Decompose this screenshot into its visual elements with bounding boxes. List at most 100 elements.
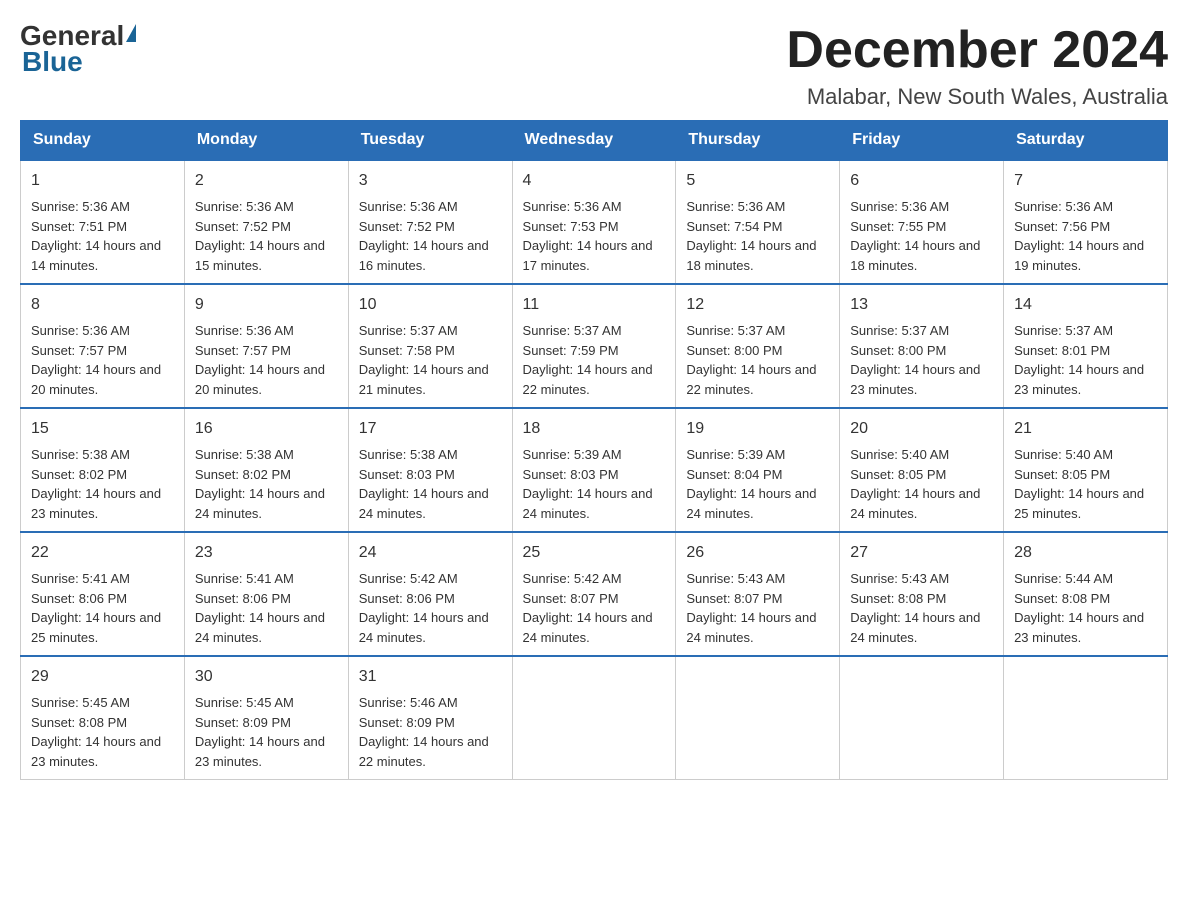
day-info: Sunrise: 5:37 AMSunset: 7:58 PMDaylight:… xyxy=(359,321,502,399)
day-info: Sunrise: 5:38 AMSunset: 8:02 PMDaylight:… xyxy=(31,445,174,523)
day-number: 11 xyxy=(523,293,666,317)
calendar-day-cell: 24 Sunrise: 5:42 AMSunset: 8:06 PMDayligh… xyxy=(348,532,512,656)
daylight-text: Daylight: 14 hours and 24 minutes. xyxy=(850,608,993,647)
day-number: 28 xyxy=(1014,541,1157,565)
sunrise-text: Sunrise: 5:45 AM xyxy=(31,693,174,713)
daylight-text: Daylight: 14 hours and 18 minutes. xyxy=(850,236,993,275)
sunset-text: Sunset: 8:04 PM xyxy=(686,465,829,485)
calendar-day-cell: 9 Sunrise: 5:36 AMSunset: 7:57 PMDaylight… xyxy=(184,284,348,408)
day-info: Sunrise: 5:41 AMSunset: 8:06 PMDaylight:… xyxy=(195,569,338,647)
calendar-day-cell: 5Sunrise: 5:36 AMSunset: 7:54 PMDaylight… xyxy=(676,160,840,284)
sunrise-text: Sunrise: 5:37 AM xyxy=(850,321,993,341)
calendar-day-cell: 30Sunrise: 5:45 AMSunset: 8:09 PMDayligh… xyxy=(184,656,348,780)
day-number: 5 xyxy=(686,169,829,193)
daylight-text: Daylight: 14 hours and 17 minutes. xyxy=(523,236,666,275)
daylight-text: Daylight: 14 hours and 24 minutes. xyxy=(850,484,993,523)
day-number: 27 xyxy=(850,541,993,565)
day-number: 4 xyxy=(523,169,666,193)
location-subtitle: Malabar, New South Wales, Australia xyxy=(786,84,1168,110)
sunrise-text: Sunrise: 5:42 AM xyxy=(359,569,502,589)
sunset-text: Sunset: 7:57 PM xyxy=(195,341,338,361)
calendar-week-row: 29Sunrise: 5:45 AMSunset: 8:08 PMDayligh… xyxy=(21,656,1168,780)
sunset-text: Sunset: 8:08 PM xyxy=(31,713,174,733)
day-number: 9 xyxy=(195,293,338,317)
calendar-week-row: 8Sunrise: 5:36 AMSunset: 7:57 PMDaylight… xyxy=(21,284,1168,408)
day-number: 30 xyxy=(195,665,338,689)
calendar-day-cell: 14Sunrise: 5:37 AMSunset: 8:01 PMDayligh… xyxy=(1004,284,1168,408)
day-number: 29 xyxy=(31,665,174,689)
sunrise-text: Sunrise: 5:40 AM xyxy=(850,445,993,465)
daylight-text: Daylight: 14 hours and 15 minutes. xyxy=(195,236,338,275)
sunrise-text: Sunrise: 5:43 AM xyxy=(850,569,993,589)
sunrise-text: Sunrise: 5:36 AM xyxy=(686,197,829,217)
calendar-day-cell: 26Sunrise: 5:43 AMSunset: 8:07 PMDayligh… xyxy=(676,532,840,656)
logo-blue-text: Blue xyxy=(22,46,83,77)
daylight-text: Daylight: 14 hours and 24 minutes. xyxy=(359,484,502,523)
calendar-day-cell: 23 Sunrise: 5:41 AMSunset: 8:06 PMDayligh… xyxy=(184,532,348,656)
daylight-text: Daylight: 14 hours and 24 minutes. xyxy=(523,608,666,647)
calendar-day-cell: 28Sunrise: 5:44 AMSunset: 8:08 PMDayligh… xyxy=(1004,532,1168,656)
calendar-day-cell: 19Sunrise: 5:39 AMSunset: 8:04 PMDayligh… xyxy=(676,408,840,532)
daylight-text: Daylight: 14 hours and 24 minutes. xyxy=(686,484,829,523)
sunset-text: Sunset: 8:02 PM xyxy=(31,465,174,485)
calendar-day-cell: 12Sunrise: 5:37 AMSunset: 8:00 PMDayligh… xyxy=(676,284,840,408)
calendar-day-cell: 27Sunrise: 5:43 AMSunset: 8:08 PMDayligh… xyxy=(840,532,1004,656)
calendar-col-friday: Friday xyxy=(840,121,1004,161)
day-number: 21 xyxy=(1014,417,1157,441)
day-info: Sunrise: 5:36 AMSunset: 7:55 PMDaylight:… xyxy=(850,197,993,275)
sunrise-text: Sunrise: 5:37 AM xyxy=(359,321,502,341)
sunrise-text: Sunrise: 5:36 AM xyxy=(31,321,174,341)
sunset-text: Sunset: 8:07 PM xyxy=(686,589,829,609)
day-number: 2 xyxy=(195,169,338,193)
calendar-col-thursday: Thursday xyxy=(676,121,840,161)
day-number: 22 xyxy=(31,541,174,565)
day-info: Sunrise: 5:42 AMSunset: 8:07 PMDaylight:… xyxy=(523,569,666,647)
sunrise-text: Sunrise: 5:37 AM xyxy=(523,321,666,341)
logo: General Blue xyxy=(20,20,138,78)
sunset-text: Sunset: 8:01 PM xyxy=(1014,341,1157,361)
sunrise-text: Sunrise: 5:38 AM xyxy=(359,445,502,465)
day-number: 23 xyxy=(195,541,338,565)
title-area: December 2024 Malabar, New South Wales, … xyxy=(786,20,1168,110)
logo-arrow-icon xyxy=(126,24,136,42)
calendar-day-cell: 6Sunrise: 5:36 AMSunset: 7:55 PMDaylight… xyxy=(840,160,1004,284)
sunset-text: Sunset: 8:03 PM xyxy=(359,465,502,485)
calendar-empty-cell xyxy=(1004,656,1168,780)
daylight-text: Daylight: 14 hours and 24 minutes. xyxy=(195,484,338,523)
day-number: 12 xyxy=(686,293,829,317)
daylight-text: Daylight: 14 hours and 24 minutes. xyxy=(359,608,502,647)
day-info: Sunrise: 5:40 AMSunset: 8:05 PMDaylight:… xyxy=(1014,445,1157,523)
month-title: December 2024 xyxy=(786,20,1168,80)
day-info: Sunrise: 5:36 AMSunset: 7:56 PMDaylight:… xyxy=(1014,197,1157,275)
day-info: Sunrise: 5:36 AMSunset: 7:52 PMDaylight:… xyxy=(359,197,502,275)
day-number: 1 xyxy=(31,169,174,193)
calendar-day-cell: 16Sunrise: 5:38 AMSunset: 8:02 PMDayligh… xyxy=(184,408,348,532)
sunrise-text: Sunrise: 5:36 AM xyxy=(195,321,338,341)
sunset-text: Sunset: 7:56 PM xyxy=(1014,217,1157,237)
calendar-day-cell: 2Sunrise: 5:36 AMSunset: 7:52 PMDaylight… xyxy=(184,160,348,284)
daylight-text: Daylight: 14 hours and 23 minutes. xyxy=(850,360,993,399)
day-number: 24 xyxy=(359,541,502,565)
sunrise-text: Sunrise: 5:40 AM xyxy=(1014,445,1157,465)
day-info: Sunrise: 5:36 AMSunset: 7:57 PMDaylight:… xyxy=(195,321,338,399)
day-info: Sunrise: 5:38 AMSunset: 8:02 PMDaylight:… xyxy=(195,445,338,523)
day-number: 25 xyxy=(523,541,666,565)
calendar-empty-cell xyxy=(512,656,676,780)
sunset-text: Sunset: 8:00 PM xyxy=(686,341,829,361)
sunset-text: Sunset: 8:02 PM xyxy=(195,465,338,485)
day-number: 26 xyxy=(686,541,829,565)
calendar-day-cell: 20Sunrise: 5:40 AMSunset: 8:05 PMDayligh… xyxy=(840,408,1004,532)
daylight-text: Daylight: 14 hours and 22 minutes. xyxy=(686,360,829,399)
sunrise-text: Sunrise: 5:36 AM xyxy=(359,197,502,217)
sunrise-text: Sunrise: 5:45 AM xyxy=(195,693,338,713)
sunset-text: Sunset: 7:55 PM xyxy=(850,217,993,237)
day-number: 13 xyxy=(850,293,993,317)
daylight-text: Daylight: 14 hours and 14 minutes. xyxy=(31,236,174,275)
sunrise-text: Sunrise: 5:37 AM xyxy=(1014,321,1157,341)
calendar-week-row: 1 Sunrise: 5:36 AMSunset: 7:51 PMDaylight… xyxy=(21,160,1168,284)
day-info: Sunrise: 5:36 AMSunset: 7:51 PMDaylight:… xyxy=(31,197,174,275)
day-number: 15 xyxy=(31,417,174,441)
day-info: Sunrise: 5:42 AMSunset: 8:06 PMDaylight:… xyxy=(359,569,502,647)
sunset-text: Sunset: 8:05 PM xyxy=(1014,465,1157,485)
sunset-text: Sunset: 7:57 PM xyxy=(31,341,174,361)
